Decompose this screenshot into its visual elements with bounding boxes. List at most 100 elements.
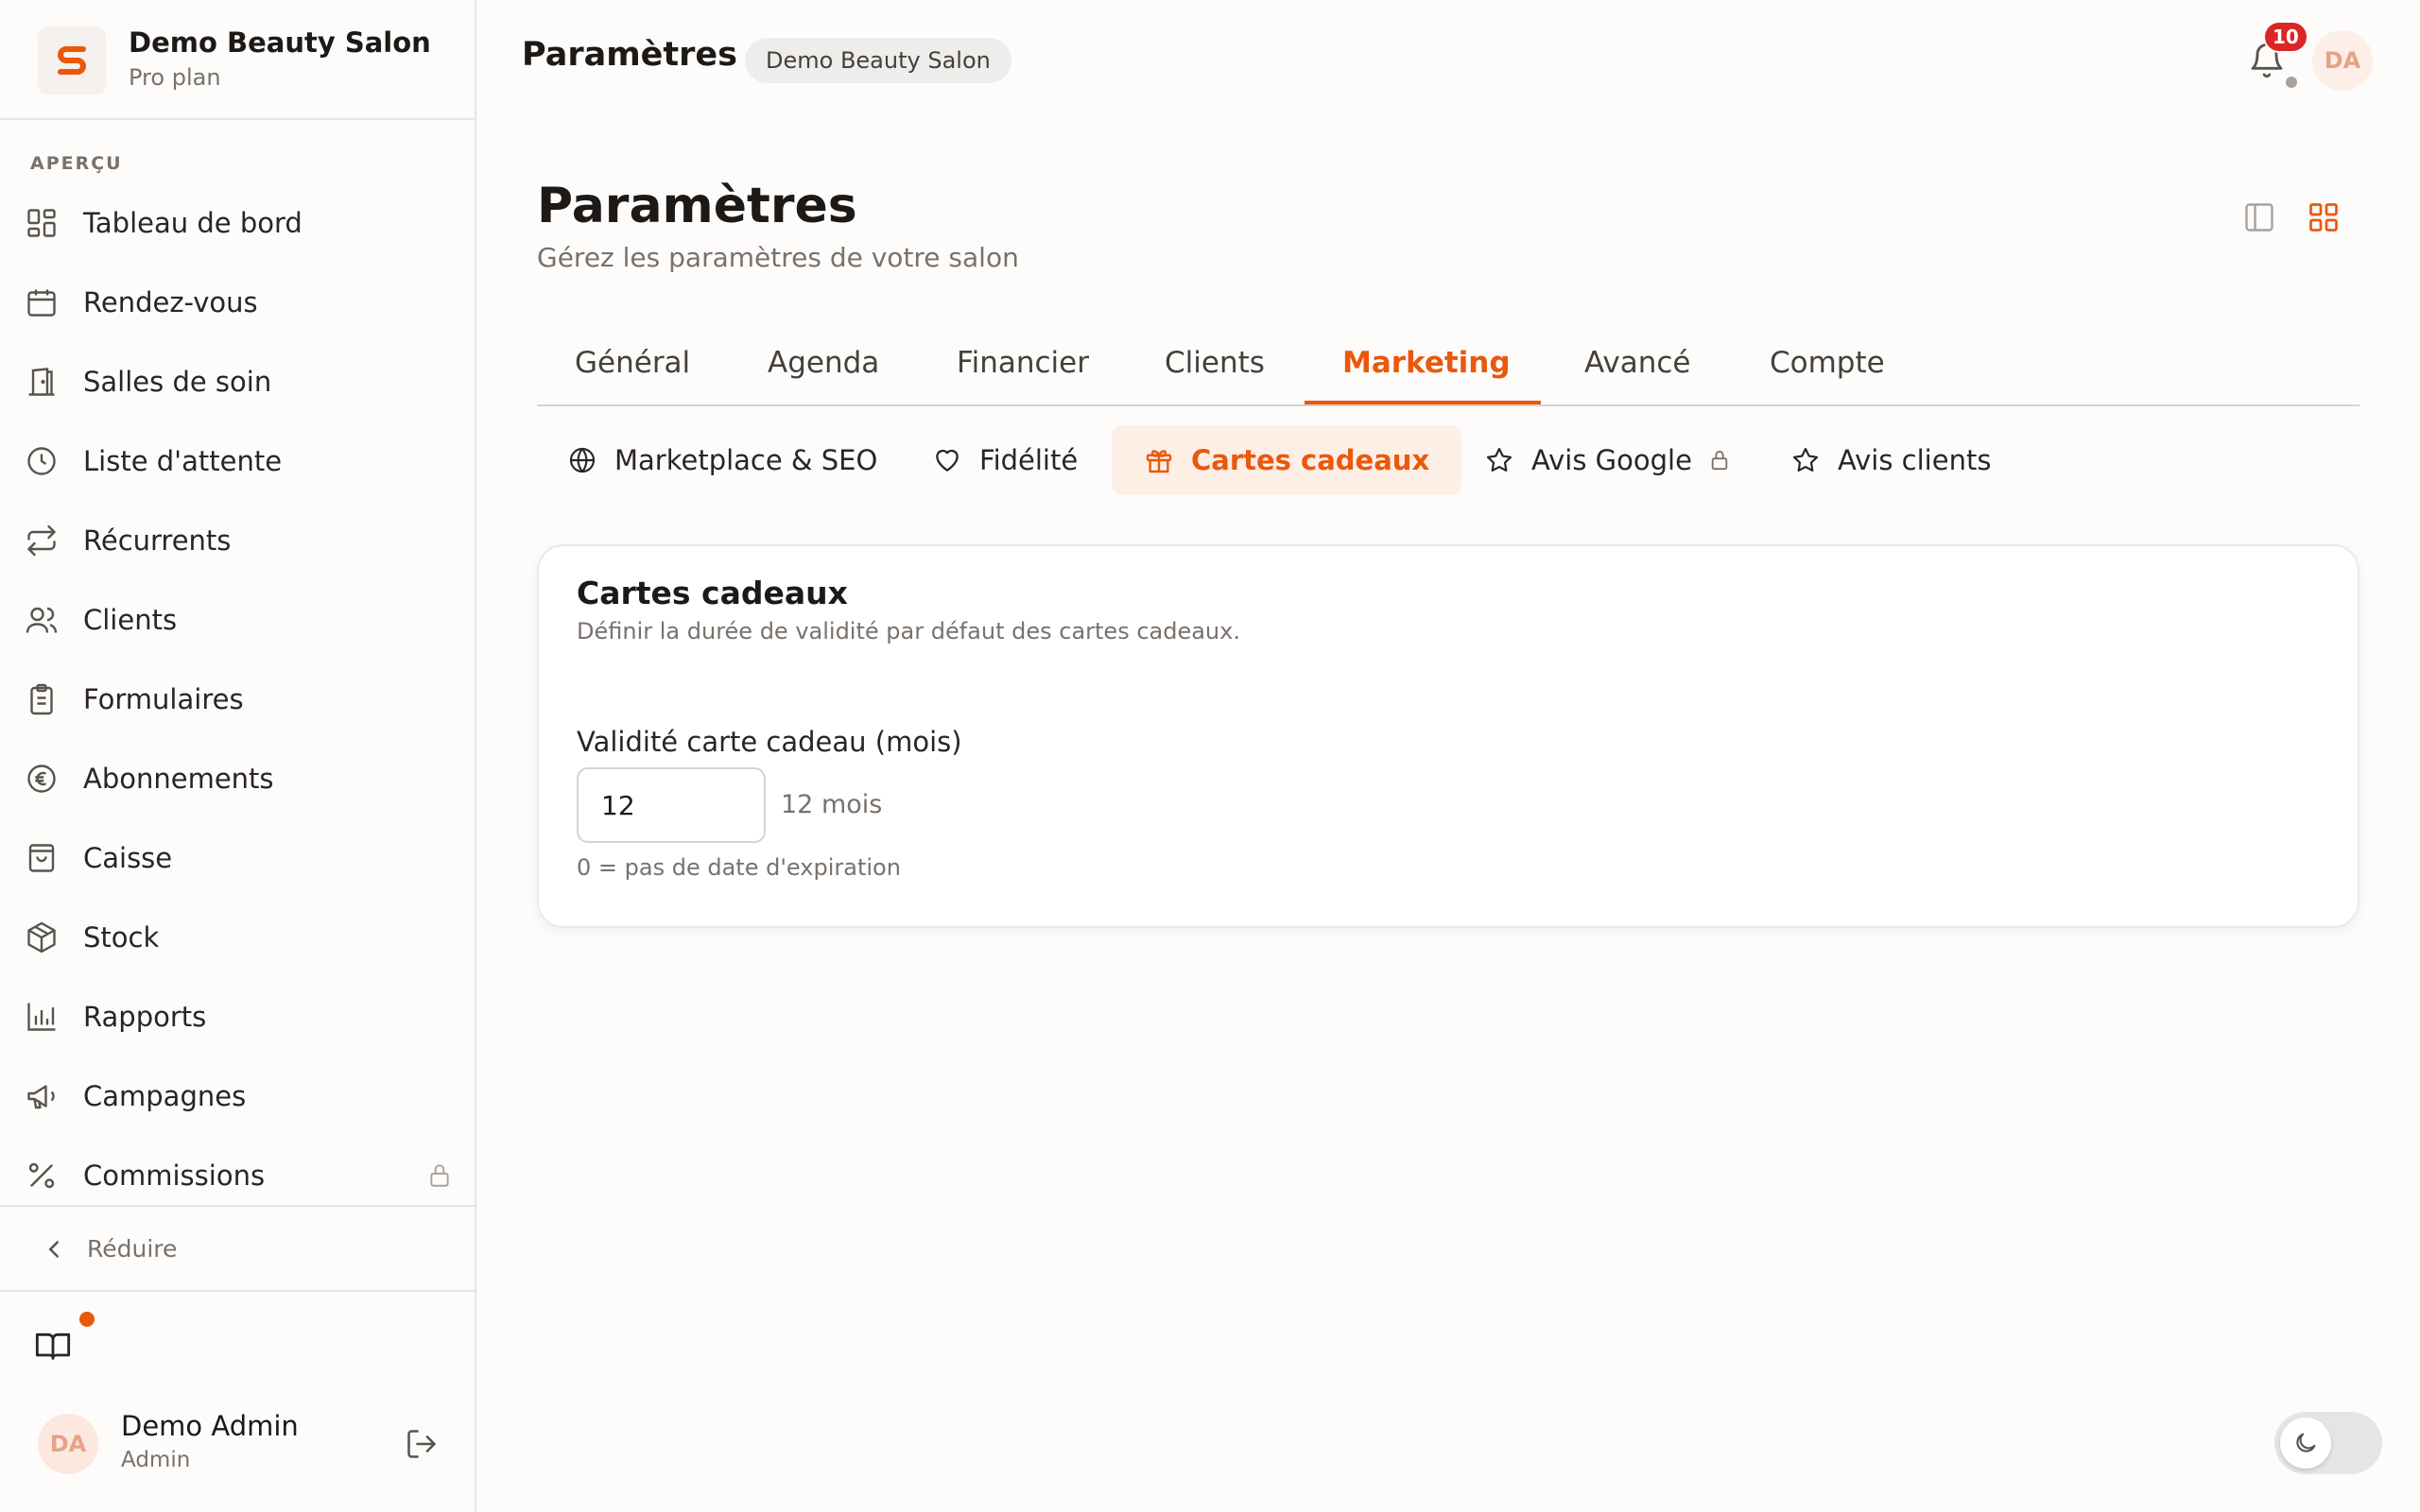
card-description: Définir la durée de validité par défaut … bbox=[577, 618, 1240, 644]
sidebar: Demo Beauty Salon Pro plan APERÇU Tablea… bbox=[0, 0, 476, 1512]
collapse-label: Réduire bbox=[87, 1234, 178, 1263]
page-title: Paramètres bbox=[537, 178, 857, 234]
avatar[interactable]: DA bbox=[38, 1414, 98, 1474]
grid-icon bbox=[2309, 203, 2338, 232]
gift-card-validity-hint: 0 = pas de date d'expiration bbox=[577, 854, 901, 881]
globe-icon bbox=[569, 447, 596, 473]
sidebar-item-clients[interactable]: Clients bbox=[0, 580, 475, 660]
page-subtitle: Gérez les paramètres de votre salon bbox=[537, 242, 1019, 273]
lock-icon bbox=[427, 1162, 452, 1189]
subtab-google-reviews[interactable]: Avis Google bbox=[1484, 425, 1730, 495]
sidebar-item-commissions[interactable]: Commissions bbox=[0, 1136, 475, 1215]
euro-icon bbox=[23, 760, 60, 798]
subtab-loyalty[interactable]: Fidélité bbox=[932, 425, 1078, 495]
active-tab-indicator bbox=[1305, 401, 1541, 404]
brand-header: Demo Beauty Salon Pro plan bbox=[0, 0, 475, 120]
sidebar-item-label: Caisse bbox=[83, 842, 173, 874]
megaphone-icon bbox=[23, 1077, 60, 1115]
sidebar-item-stock[interactable]: Stock bbox=[0, 898, 475, 977]
nav-section-label: APERÇU bbox=[30, 153, 123, 174]
sidebar-item-label: Tableau de bord bbox=[83, 207, 302, 239]
clock-icon bbox=[23, 442, 60, 480]
panel-left-icon bbox=[2245, 203, 2273, 232]
tab-advanced[interactable]: Avancé bbox=[1584, 336, 1691, 406]
sidebar-item-label: Rapports bbox=[83, 1001, 207, 1033]
salon-chip[interactable]: Demo Beauty Salon bbox=[745, 38, 1011, 83]
lock-icon bbox=[1711, 450, 1728, 471]
moon-icon bbox=[2296, 1433, 2316, 1452]
sidebar-item-label: Commissions bbox=[83, 1160, 266, 1192]
sidebar-item-label: Abonnements bbox=[83, 763, 274, 795]
users-icon bbox=[23, 601, 60, 639]
gift-icon bbox=[1146, 450, 1172, 473]
tab-account[interactable]: Compte bbox=[1770, 336, 1885, 406]
card-title: Cartes cadeaux bbox=[577, 575, 848, 611]
notification-dot bbox=[79, 1312, 95, 1327]
sidebar-item-label: Salles de soin bbox=[83, 366, 272, 398]
tab-general[interactable]: Général bbox=[575, 336, 690, 406]
dashboard-icon bbox=[23, 204, 60, 242]
subtab-label: Marketplace & SEO bbox=[614, 444, 878, 476]
subtab-label: Avis clients bbox=[1838, 444, 1992, 476]
heart-icon bbox=[936, 449, 959, 472]
layout-grid-view-button[interactable] bbox=[2307, 200, 2344, 238]
layout-sidebar-view-button[interactable] bbox=[2242, 200, 2280, 238]
logout-button[interactable] bbox=[405, 1427, 439, 1461]
sidebar-item-label: Liste d'attente bbox=[83, 445, 283, 477]
sidebar-item-label: Formulaires bbox=[83, 683, 244, 715]
gift-card-validity-preview: 12 mois bbox=[781, 790, 883, 819]
subtab-label: Cartes cadeaux bbox=[1191, 444, 1430, 476]
brand-logo[interactable] bbox=[38, 26, 106, 94]
logo-icon bbox=[58, 46, 86, 75]
door-icon bbox=[23, 363, 60, 401]
theme-toggle-knob bbox=[2280, 1418, 2331, 1469]
calendar-icon bbox=[23, 284, 60, 321]
sidebar-item-label: Stock bbox=[83, 921, 160, 954]
package-icon bbox=[23, 919, 60, 956]
sidebar-item-forms[interactable]: Formulaires bbox=[0, 660, 475, 739]
book-icon bbox=[35, 1332, 71, 1360]
repeat-icon bbox=[23, 522, 60, 559]
percent-icon bbox=[23, 1157, 60, 1194]
star-icon bbox=[1486, 447, 1512, 472]
collapse-sidebar-button[interactable]: Réduire bbox=[0, 1205, 475, 1292]
sidebar-item-reports[interactable]: Rapports bbox=[0, 977, 475, 1057]
logout-icon bbox=[407, 1430, 436, 1458]
header-avatar[interactable]: DA bbox=[2312, 30, 2373, 91]
theme-toggle[interactable] bbox=[2274, 1412, 2382, 1474]
tab-marketing[interactable]: Marketing bbox=[1342, 336, 1511, 406]
sidebar-item-label: Campagnes bbox=[83, 1080, 247, 1112]
settings-tabs: Général Agenda Financier Clients Marketi… bbox=[537, 336, 2360, 406]
tab-clients[interactable]: Clients bbox=[1165, 336, 1265, 406]
brand-plan: Pro plan bbox=[129, 64, 221, 91]
sidebar-item-campaigns[interactable]: Campagnes bbox=[0, 1057, 475, 1136]
status-dot bbox=[2286, 77, 2297, 88]
clipboard-icon bbox=[23, 680, 60, 718]
gift-card-validity-label: Validité carte cadeau (mois) bbox=[577, 726, 962, 758]
chevron-left-icon bbox=[40, 1235, 68, 1263]
sidebar-item-recurring[interactable]: Récurrents bbox=[0, 501, 475, 580]
user-name: Demo Admin bbox=[121, 1410, 299, 1442]
shopping-bag-icon bbox=[23, 839, 60, 877]
tab-agenda[interactable]: Agenda bbox=[768, 336, 879, 406]
sidebar-item-waitlist[interactable]: Liste d'attente bbox=[0, 421, 475, 501]
star-icon bbox=[1792, 447, 1819, 472]
user-role: Admin bbox=[121, 1448, 191, 1472]
subtab-label: Fidélité bbox=[979, 444, 1079, 476]
sidebar-item-subscriptions[interactable]: Abonnements bbox=[0, 739, 475, 818]
sidebar-item-appointments[interactable]: Rendez-vous bbox=[0, 263, 475, 342]
guide-button[interactable] bbox=[34, 1312, 95, 1374]
gift-card-validity-input[interactable] bbox=[577, 767, 766, 843]
gift-cards-settings-card: Cartes cadeaux Définir la durée de valid… bbox=[537, 544, 2360, 928]
subtab-label: Avis Google bbox=[1531, 444, 1692, 476]
sidebar-item-dashboard[interactable]: Tableau de bord bbox=[0, 183, 475, 263]
sidebar-item-label: Rendez-vous bbox=[83, 286, 258, 318]
sidebar-item-rooms[interactable]: Salles de soin bbox=[0, 342, 475, 421]
subtab-gift-cards[interactable]: Cartes cadeaux bbox=[1112, 425, 1462, 495]
subtab-client-reviews[interactable]: Avis clients bbox=[1790, 425, 1991, 495]
notification-count-badge: 10 bbox=[2263, 21, 2308, 53]
sidebar-item-checkout[interactable]: Caisse bbox=[0, 818, 475, 898]
sidebar-item-label: Clients bbox=[83, 604, 178, 636]
tab-financial[interactable]: Financier bbox=[957, 336, 1089, 406]
subtab-marketplace-seo[interactable]: Marketplace & SEO bbox=[567, 425, 877, 495]
